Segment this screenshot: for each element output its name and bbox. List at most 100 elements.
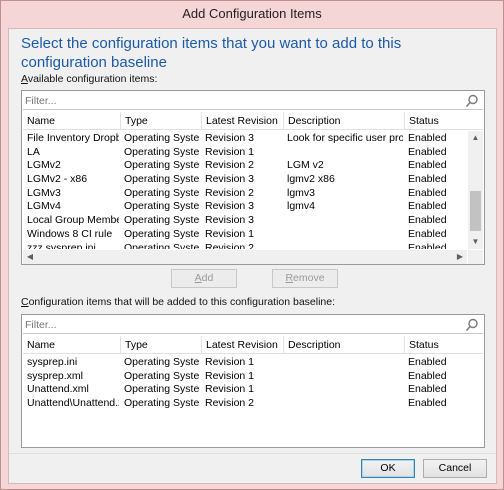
scroll-left-icon[interactable]: ◀: [23, 250, 37, 264]
cell-type: Operating System: [124, 369, 200, 382]
cell-description: [283, 397, 403, 411]
column-header-name[interactable]: Name: [23, 336, 119, 354]
column-header-type[interactable]: Type: [120, 336, 200, 354]
cell-description: [283, 214, 403, 228]
cell-name: sysprep.ini: [27, 356, 78, 368]
cell-description: lgmv2 x86: [287, 173, 335, 186]
scroll-thumb[interactable]: [470, 191, 481, 231]
cell-revision: Revision 3: [205, 132, 255, 144]
cell-name: LA: [27, 145, 40, 158]
cell-type: Operating System: [124, 214, 200, 227]
table-row[interactable]: sysprep.ini Operating System Revision 1 Ena…: [23, 356, 483, 370]
scroll-right-icon[interactable]: ▶: [453, 250, 467, 264]
scroll-down-icon[interactable]: ▼: [468, 235, 483, 249]
cell-type: Operating System: [124, 132, 200, 144]
column-header-description[interactable]: Description: [283, 336, 403, 354]
table-row[interactable]: Local Group Member... Operating System Rev…: [23, 214, 467, 228]
scrollbar-corner: [468, 250, 483, 264]
cell-revision: Revision 1: [205, 145, 255, 158]
cell-revision: Revision 3: [205, 214, 255, 227]
search-icon[interactable]: [465, 94, 479, 108]
scroll-up-icon[interactable]: ▲: [468, 131, 483, 145]
available-filter-input[interactable]: [25, 93, 445, 108]
cell-description: lgmv4: [287, 200, 316, 213]
cell-name: LGMv3: [27, 186, 61, 199]
cell-name: File Inventory Dropbo...: [27, 132, 119, 144]
cell-description: [283, 356, 403, 370]
column-header-revision[interactable]: Latest Revision: [201, 112, 282, 130]
page-title: Select the configuration items that you …: [21, 35, 402, 71]
cell-description: [283, 146, 403, 160]
cell-status: Enabled: [408, 214, 447, 227]
table-row[interactable]: Windows 8 CI rule Operating System Revisio…: [23, 228, 467, 242]
search-icon[interactable]: [465, 318, 479, 332]
available-vertical-scrollbar[interactable]: ▲ ▼: [468, 131, 483, 249]
cell-status: Enabled: [408, 159, 447, 172]
table-row[interactable]: LGMv4 Operating System Revision 3 lgmv4 Enab…: [23, 200, 467, 214]
cell-description: [283, 242, 403, 250]
column-header-status[interactable]: Status: [404, 336, 464, 354]
cell-status: Enabled: [408, 145, 447, 158]
available-horizontal-scrollbar[interactable]: ◀ ▶: [23, 250, 467, 264]
cell-revision: Revision 1: [205, 356, 255, 368]
cell-status: Enabled: [408, 383, 447, 396]
cell-type: Operating System: [124, 397, 200, 410]
selected-items-list: sysprep.ini Operating System Revision 1 Ena…: [23, 356, 483, 446]
selected-items-label: Configuration items that will be added t…: [21, 296, 336, 308]
dialog-window: Add Configuration Items Select the confi…: [0, 0, 504, 490]
cell-type: Operating System: [124, 383, 200, 396]
cell-description: [283, 228, 403, 242]
column-header-description[interactable]: Description: [283, 112, 403, 130]
column-header-name[interactable]: Name: [23, 112, 119, 130]
table-row[interactable]: LA Operating System Revision 1 Enabled: [23, 146, 467, 160]
cell-type: Operating System: [124, 227, 200, 240]
available-filter-bar: [23, 92, 483, 110]
table-row[interactable]: LGMv2 Operating System Revision 2 LGM v2 Ena…: [23, 159, 467, 173]
cell-description: Look for specific user profil...: [287, 132, 403, 144]
cell-name: LGMv2 - x86: [27, 173, 88, 186]
cell-name: LGMv4: [27, 200, 61, 213]
cell-type: Operating System: [124, 186, 200, 199]
cell-status: Enabled: [408, 173, 447, 186]
dialog-body: Select the configuration items that you …: [8, 28, 497, 484]
column-header-type[interactable]: Type: [120, 112, 200, 130]
cancel-button[interactable]: Cancel: [423, 459, 487, 478]
cell-type: Operating System: [124, 356, 200, 368]
available-items-label: Available configuration items:: [21, 73, 158, 85]
cell-name: LGMv2: [27, 159, 61, 172]
table-row[interactable]: LGMv3 Operating System Revision 2 lgmv3 Enab…: [23, 187, 467, 201]
cell-description: LGM v2: [287, 159, 324, 172]
available-items-list: File Inventory Dropbo... Operating System…: [23, 132, 467, 249]
cell-status: Enabled: [408, 132, 447, 144]
dialog-footer: OK Cancel: [9, 453, 496, 483]
selected-items-panel: Name Type Latest Revision Description St…: [21, 314, 485, 448]
table-row[interactable]: Unattend.xml Operating System Revision 1 En…: [23, 383, 483, 397]
add-button[interactable]: Add: [171, 269, 237, 288]
cell-description: lgmv3: [287, 186, 316, 199]
selected-table-header: Name Type Latest Revision Description St…: [23, 336, 483, 354]
cell-name: Unattend\Unattend.xml: [27, 397, 119, 410]
cell-description: [283, 370, 403, 384]
available-items-panel: Name Type Latest Revision Description St…: [21, 90, 485, 265]
cell-revision: Revision 2: [205, 397, 255, 410]
remove-button[interactable]: Remove: [272, 269, 338, 288]
table-row[interactable]: LGMv2 - x86 Operating System Revision 3 lgm…: [23, 173, 467, 187]
selected-filter-input[interactable]: [25, 317, 445, 332]
cell-name: zzz sysprep.ini: [27, 241, 96, 250]
cell-status: Enabled: [408, 369, 447, 382]
cell-revision: Revision 1: [205, 227, 255, 240]
table-row[interactable]: sysprep.xml Operating System Revision 1 Ena…: [23, 370, 483, 384]
cell-type: Operating System: [124, 159, 200, 172]
table-row[interactable]: zzz sysprep.ini Operating System Revision …: [23, 242, 467, 250]
cell-type: Operating System: [124, 200, 200, 213]
table-row[interactable]: File Inventory Dropbo... Operating System…: [23, 132, 467, 146]
column-header-status[interactable]: Status: [404, 112, 464, 130]
cell-status: Enabled: [408, 227, 447, 240]
cell-revision: Revision 2: [205, 159, 255, 172]
cell-status: Enabled: [408, 397, 447, 410]
column-header-revision[interactable]: Latest Revision: [201, 336, 282, 354]
cell-name: Unattend.xml: [27, 383, 89, 396]
cell-type: Operating System: [124, 173, 200, 186]
ok-button[interactable]: OK: [361, 459, 415, 478]
table-row[interactable]: Unattend\Unattend.xml Operating System Rev…: [23, 397, 483, 411]
